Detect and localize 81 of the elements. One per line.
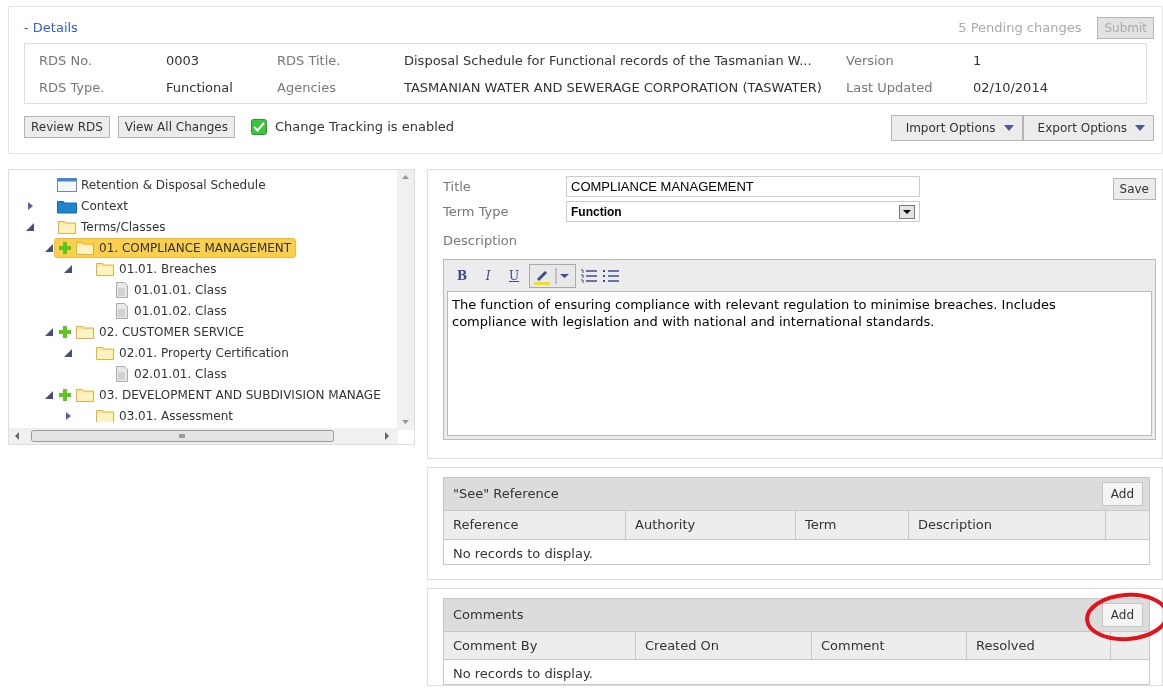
tree-node[interactable]: Retention & Disposal Schedule <box>52 174 271 195</box>
italic-button[interactable]: I <box>477 264 499 287</box>
description-text: The function of ensuring compliance with relevant regulation to minimise breaches. Includes compliance with legislation and with national and international standards. <box>452 296 1056 329</box>
folder-icon <box>95 260 115 277</box>
add-button[interactable]: Add <box>1101 482 1143 506</box>
expand-arrow-icon[interactable] <box>25 200 35 211</box>
term-type-select[interactable]: Function <box>566 201 920 222</box>
grid-title: Comments <box>453 605 524 624</box>
tree-node[interactable]: Terms/Classes <box>52 216 171 237</box>
blank-column-header <box>1106 511 1149 539</box>
folder-icon <box>57 218 77 235</box>
tree-node[interactable]: 03. DEVELOPMENT AND SUBDIVISION MANAGE <box>54 384 386 405</box>
tree-node[interactable]: Context <box>52 195 133 216</box>
document-icon <box>114 281 130 298</box>
field-value: TASMANIAN WATER AND SEWERAGE CORPORATION (TASWATER) <box>404 78 823 97</box>
column-header[interactable]: Authority <box>626 511 796 539</box>
window-icon <box>57 176 77 193</box>
toolbar-button[interactable]: Review RDS <box>24 116 110 138</box>
collapse-arrow-icon[interactable] <box>25 221 35 232</box>
highlight-color-button[interactable] <box>529 263 576 288</box>
column-header[interactable]: Resolved <box>967 631 1111 659</box>
tree-node[interactable]: 02. CUSTOMER SERVICE <box>54 321 250 342</box>
folder-icon <box>95 344 115 361</box>
expand-arrow-icon[interactable] <box>63 410 73 421</box>
document-icon <box>114 302 130 319</box>
tree-node[interactable]: 01.01.01. Class <box>109 279 232 300</box>
dropdown-button[interactable]: Export Options <box>1022 115 1154 141</box>
collapse-arrow-icon[interactable] <box>44 389 54 400</box>
bullet-list-icon[interactable] <box>602 267 620 284</box>
field-label: Version <box>846 52 895 70</box>
collapse-arrow-icon[interactable] <box>44 326 54 337</box>
field-label: RDS Title. <box>277 52 342 70</box>
toolbar-button[interactable]: View All Changes <box>117 116 235 138</box>
tree-node[interactable]: 02.01.01. Class <box>109 363 232 384</box>
tree-node[interactable]: 01.01.02. Class <box>109 300 232 321</box>
tree-node[interactable]: 01.01. Breaches <box>90 258 222 279</box>
caret-icon <box>1135 125 1145 131</box>
tree-node[interactable]: 03.01. Assessment <box>90 405 238 422</box>
grid-title: "See" Reference <box>453 485 559 504</box>
field-label: RDS Type. <box>39 78 106 97</box>
description-editor[interactable]: The function of ensuring compliance with relevant regulation to minimise breaches. Includes compliance with legislation and with national and international standards. <box>447 290 1152 436</box>
field-value: Disposal Schedule for Functional records of the Tasmanian W... <box>404 52 813 70</box>
empty-message: No records to display. <box>453 545 593 561</box>
empty-message: No records to display. <box>453 666 593 681</box>
description-label: Description <box>443 232 519 250</box>
field-value: 1 <box>973 52 983 70</box>
underline-button[interactable]: U <box>503 264 525 287</box>
column-header[interactable]: Description <box>909 511 1106 539</box>
column-header[interactable]: Term <box>796 511 909 539</box>
column-header[interactable]: Comment <box>812 631 967 659</box>
tracking-label: Change Tracking is enabled <box>275 118 454 137</box>
save-button[interactable]: Save <box>1112 178 1156 200</box>
details-toggle-link[interactable]: - Details <box>24 18 78 38</box>
title-label: Title <box>443 177 472 196</box>
folder-icon <box>75 386 95 403</box>
folder-icon <box>95 407 115 422</box>
column-header[interactable]: Comment By <box>444 631 636 659</box>
field-value: Functional <box>166 78 234 97</box>
collapse-arrow-icon[interactable] <box>63 347 73 358</box>
title-input[interactable]: COMPLIANCE MANAGEMENT <box>566 176 920 197</box>
column-header[interactable]: Reference <box>444 511 626 539</box>
document-icon <box>114 365 130 382</box>
pending-changes-label: 5 Pending changes <box>958 19 1082 38</box>
add-button[interactable]: Add <box>1101 602 1143 627</box>
numbered-list-icon[interactable] <box>580 267 598 284</box>
tree-node[interactable]: 01. COMPLIANCE MANAGEMENT <box>54 237 297 258</box>
collapse-arrow-icon[interactable] <box>63 263 73 274</box>
field-label: RDS No. <box>39 52 93 70</box>
folder-icon <box>75 239 95 256</box>
field-value: 0003 <box>166 52 201 70</box>
field-label: Agencies <box>277 78 337 97</box>
collapse-arrow-icon[interactable] <box>44 242 54 253</box>
bold-button[interactable]: B <box>451 264 473 287</box>
folder-icon <box>75 323 95 340</box>
caret-icon <box>1003 125 1014 131</box>
term-type-label: Term Type <box>443 202 510 221</box>
field-label: Last Updated <box>846 78 934 97</box>
dropdown-button[interactable]: Import Options <box>890 115 1023 141</box>
field-value: 02/10/2014 <box>973 78 1049 97</box>
tree-node[interactable]: 02.01. Property Certification <box>90 342 294 363</box>
column-header[interactable]: Created On <box>636 631 812 659</box>
